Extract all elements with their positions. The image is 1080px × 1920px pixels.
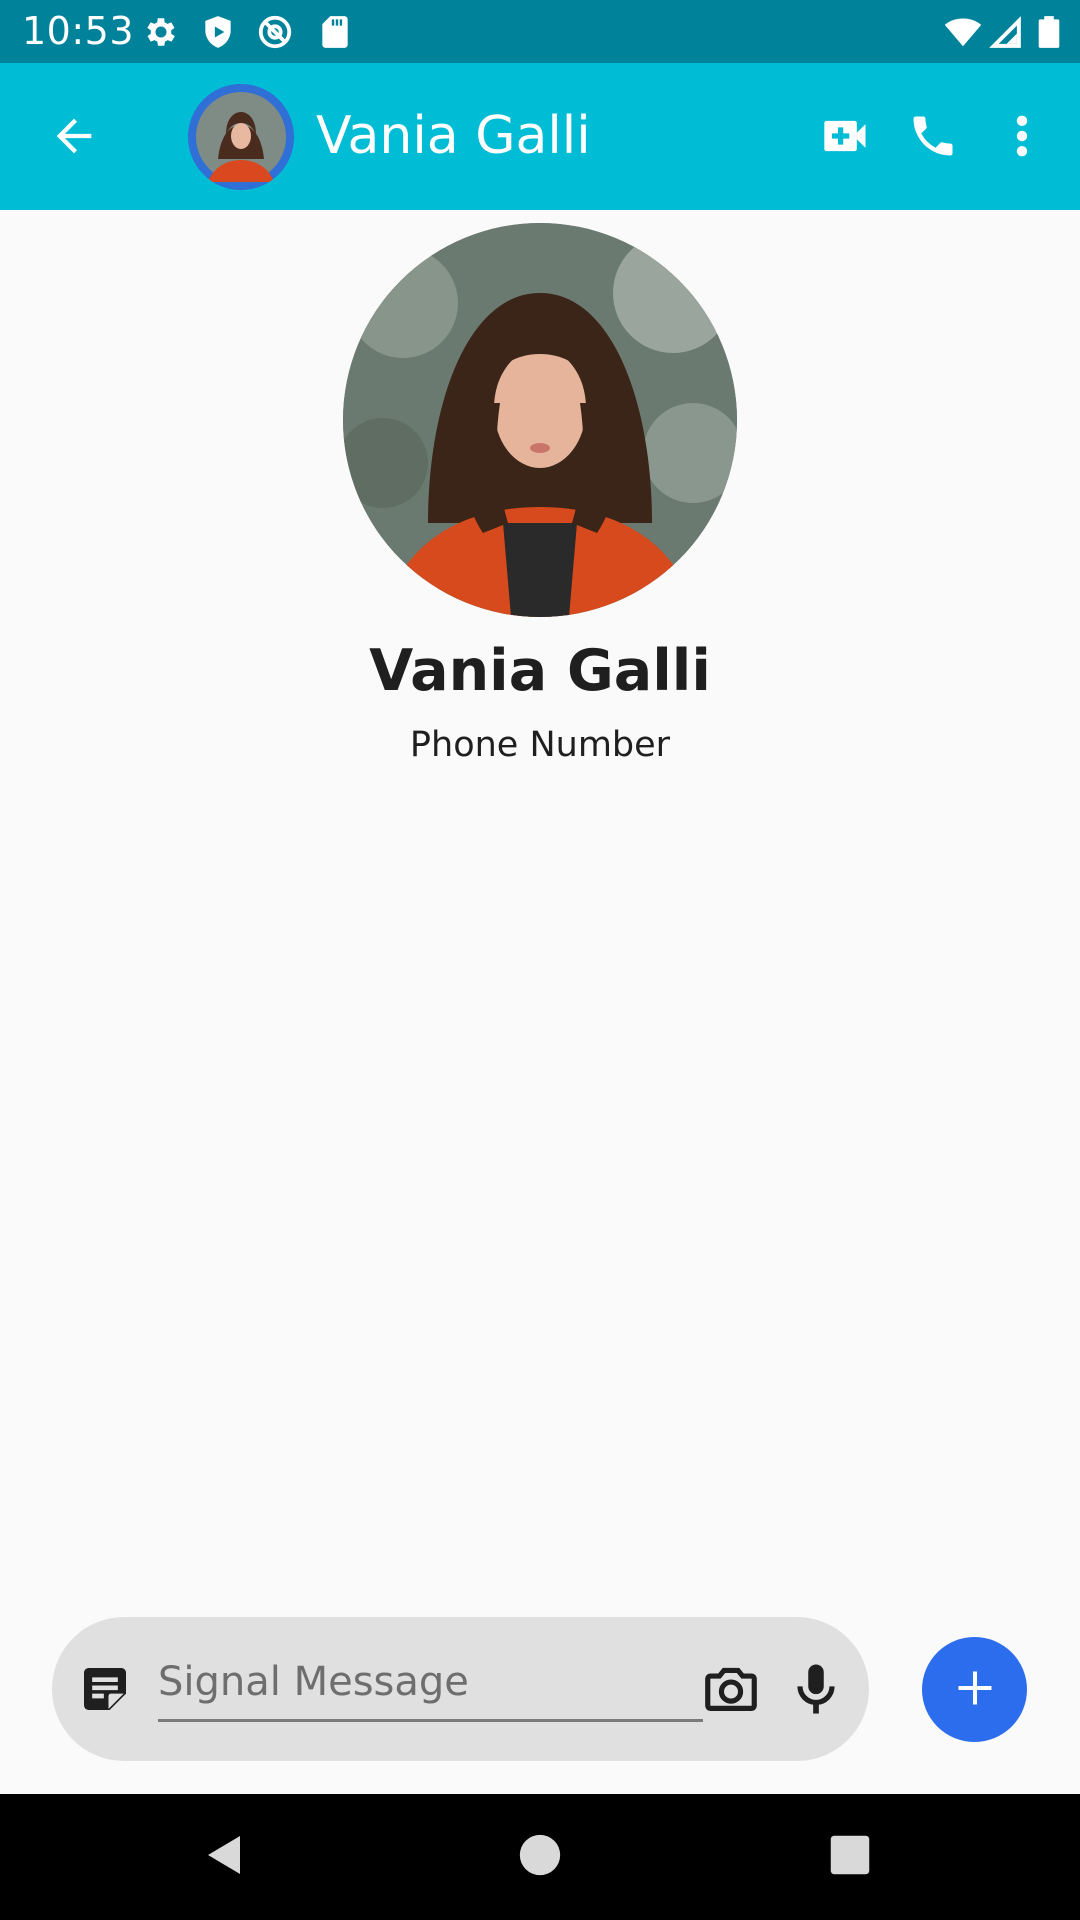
battery-icon — [1030, 13, 1068, 51]
nav-back-button[interactable] — [194, 1825, 258, 1889]
sd-card-icon — [316, 13, 354, 51]
back-triangle-icon — [202, 1831, 250, 1883]
camera-button[interactable] — [700, 1658, 762, 1720]
shield-icon — [199, 13, 237, 51]
conversation-title[interactable]: Vania Galli — [316, 105, 591, 167]
back-arrow-icon — [48, 110, 100, 162]
navigation-bar — [0, 1794, 1080, 1920]
video-call-button[interactable] — [806, 96, 886, 176]
more-options-button[interactable] — [1000, 96, 1044, 176]
back-button[interactable] — [34, 96, 114, 176]
sticker-icon — [77, 1668, 133, 1721]
sticker-button[interactable] — [77, 1661, 133, 1717]
at-sign-icon — [256, 13, 294, 51]
signal-icon — [986, 13, 1024, 51]
app-bar: Vania Galli — [0, 63, 1080, 210]
more-vert-icon — [1014, 110, 1030, 162]
header-avatar[interactable] — [188, 84, 294, 190]
compose-bar — [52, 1617, 869, 1761]
profile-avatar[interactable] — [343, 223, 737, 617]
nav-recents-button[interactable] — [818, 1825, 882, 1889]
status-time: 10:53 — [22, 9, 135, 53]
profile-subtitle: Phone Number — [409, 725, 671, 765]
plus-icon — [953, 1666, 997, 1714]
attach-button[interactable] — [922, 1637, 1027, 1742]
message-input[interactable] — [158, 1645, 703, 1722]
microphone-icon — [785, 1664, 847, 1724]
home-circle-icon — [518, 1833, 562, 1881]
voice-call-button[interactable] — [893, 96, 973, 176]
phone-icon — [907, 110, 959, 162]
wifi-icon — [944, 13, 982, 51]
microphone-button[interactable] — [785, 1658, 847, 1720]
camera-icon — [700, 1667, 762, 1724]
status-bar: 10:53 — [0, 0, 1080, 63]
video-call-icon — [820, 110, 872, 162]
recents-square-icon — [829, 1834, 871, 1880]
nav-home-button[interactable] — [508, 1825, 572, 1889]
gear-icon — [142, 13, 180, 51]
profile-name: Vania Galli — [369, 638, 711, 704]
